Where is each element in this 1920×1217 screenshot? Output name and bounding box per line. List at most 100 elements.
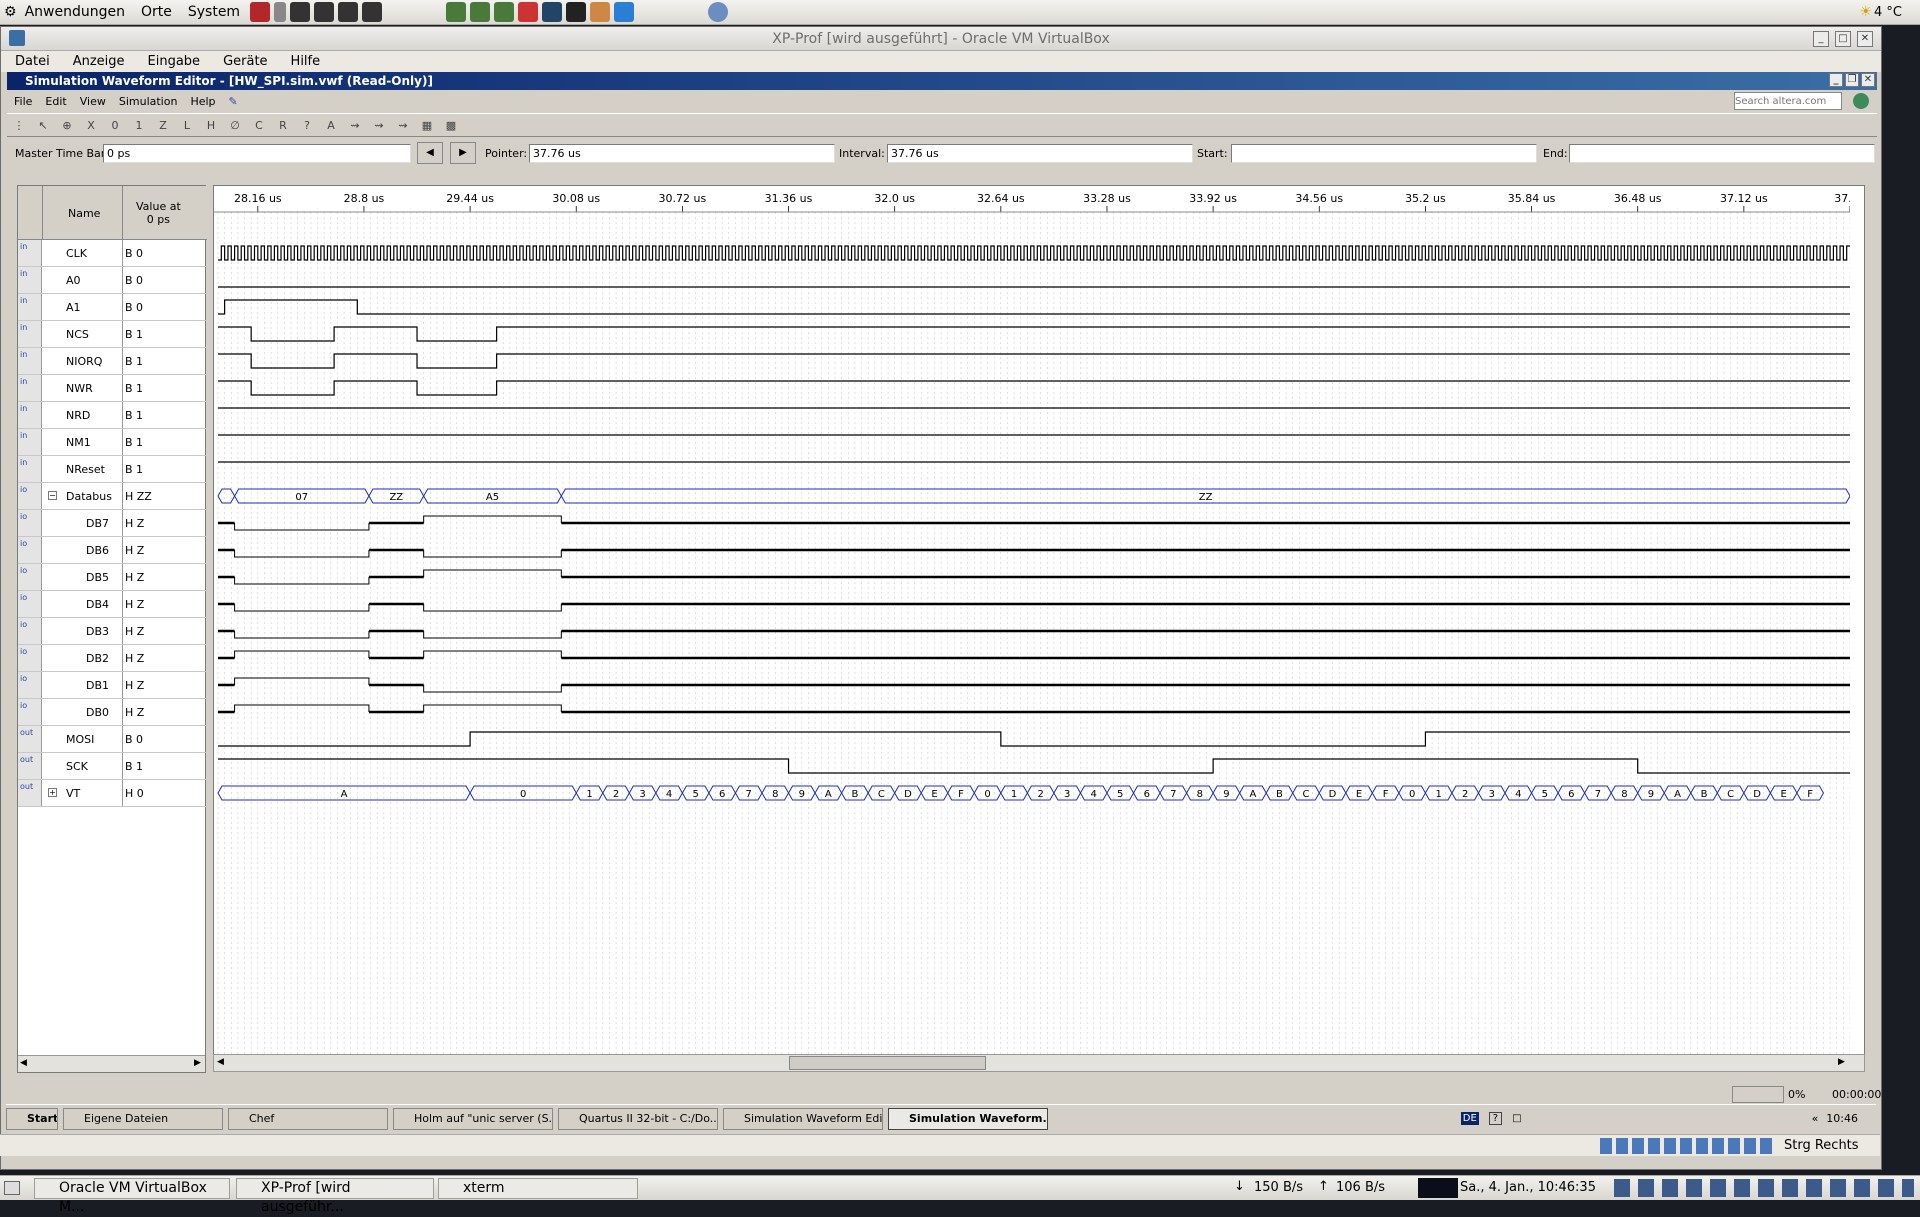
signal-row-a1[interactable]: in A1 B 0 [18,294,207,321]
collapse-icon[interactable]: − [48,491,57,500]
restore-icon[interactable]: ❐ [1845,73,1859,87]
launcher-icon[interactable] [542,2,563,22]
signal-row-nm1[interactable]: in NM1 B 1 [18,429,207,456]
scroll-right-icon[interactable]: ▶ [194,1058,201,1068]
menu-edit[interactable]: Edit [45,95,66,108]
globe-icon[interactable] [708,2,729,22]
search-go-icon[interactable] [1853,93,1869,109]
maximize-icon[interactable]: □ [1835,31,1851,47]
prev-transition-button[interactable]: ◀ [417,142,443,164]
signal-row-db4[interactable]: io DB4 H Z [18,591,207,618]
signal-row-databus[interactable]: − io Databus H ZZ [18,483,207,510]
signal-row-niorq[interactable]: in NIORQ B 1 [18,348,207,375]
signal-row-nreset[interactable]: in NReset B 1 [18,456,207,483]
grid-icon[interactable]: ▦ [418,116,436,134]
gnome-foot-icon[interactable]: ⚙ [4,4,17,20]
start-field[interactable] [1231,144,1537,163]
show-desktop-icon[interactable] [4,1181,20,1195]
waveform-canvas[interactable]: 28.16 us 28.8 us 29.44 us 30.08 us 30.72 us 3… [214,186,1850,1056]
menu-system[interactable]: System [188,4,240,20]
signal-row-db7[interactable]: io DB7 H Z [18,510,207,537]
taskbar-item-active[interactable]: Simulation Waveform... [888,1107,1048,1130]
pointer-field[interactable]: 37.76 us [529,144,835,163]
tray-icon[interactable]: □ [1512,1113,1521,1124]
signal-row-db1[interactable]: io DB1 H Z [18,672,207,699]
signal-row-db6[interactable]: io DB6 H Z [18,537,207,564]
value-z-icon[interactable]: Z [154,116,172,134]
taskbar-item[interactable]: Chef [228,1107,388,1130]
minimize-icon[interactable]: _ [1813,31,1829,47]
tray-chevron-icon[interactable]: « [1812,1112,1819,1125]
close-icon[interactable]: ✕ [1861,73,1875,87]
menu-file[interactable]: File [14,95,32,108]
taskbar-item[interactable]: Eigene Dateien [63,1107,223,1130]
vm-menu-geraete[interactable]: Geräte [223,54,267,69]
value-x-icon[interactable]: X [82,116,100,134]
interval-field[interactable]: 37.76 us [887,144,1193,163]
vm-menu-hilfe[interactable]: Hilfe [291,54,321,69]
undefined-icon[interactable]: ? [298,116,316,134]
signal-row-ncs[interactable]: in NCS B 1 [18,321,207,348]
launcher-icon[interactable] [290,2,311,22]
names-hscroll[interactable]: ◀ ▶ [18,1055,205,1072]
signal-row-sck[interactable]: out SCK B 1 [18,753,207,780]
scroll-left-icon[interactable]: ◀ [20,1058,27,1068]
help-icon[interactable]: ✎ [229,95,238,108]
datetime[interactable]: Sa., 4. Jan., 10:46:35 [1460,1180,1596,1195]
launcher-icon[interactable] [494,2,515,22]
signal-row-clk[interactable]: in CLK B 0 [18,240,207,267]
launcher-icon[interactable] [274,2,287,22]
signal-row-mosi[interactable]: out MOSI B 0 [18,726,207,753]
master-timebar-field[interactable]: 0 ps [103,144,411,163]
signal-row-a0[interactable]: in A0 B 0 [18,267,207,294]
snap3-icon[interactable]: ⇝ [394,116,412,134]
waveform-hscroll[interactable]: ◀ ▶ [213,1054,1865,1072]
minimize-icon[interactable]: _ [1829,73,1843,87]
signal-row-nrd[interactable]: in NRD B 1 [18,402,207,429]
menu-view[interactable]: View [80,95,106,108]
value-l-icon[interactable]: L [178,116,196,134]
vm-menu-datei[interactable]: Datei [15,54,50,69]
pointer-tool-icon[interactable]: ↖ [34,116,52,134]
language-indicator[interactable]: DE [1460,1112,1479,1125]
column-value[interactable]: Value at 0 ps [136,200,181,226]
invert-icon[interactable]: ∅ [226,116,244,134]
menu-anwendungen[interactable]: Anwendungen [25,4,125,20]
value-0-icon[interactable]: 0 [106,116,124,134]
menu-orte[interactable]: Orte [141,4,172,20]
taskbar-item[interactable]: xterm [438,1178,638,1199]
arbitrary-icon[interactable]: A [322,116,340,134]
launcher-icon[interactable] [518,2,539,22]
launcher-icon[interactable] [446,2,467,22]
launcher-icon[interactable] [362,2,383,22]
end-field[interactable] [1569,144,1875,163]
system-monitor-icon[interactable] [1418,1178,1458,1198]
vm-device-icons[interactable] [1600,1138,1776,1154]
launcher-icon[interactable] [250,2,271,22]
vm-menu-eingabe[interactable]: Eingabe [148,54,201,69]
snap-icon[interactable]: ⇝ [346,116,364,134]
signal-row-db2[interactable]: io DB2 H Z [18,645,207,672]
vm-menu-anzeige[interactable]: Anzeige [73,54,125,69]
waveform-panel[interactable]: 28.16 us 28.8 us 29.44 us 30.08 us 30.72 us 3… [213,185,1865,1060]
launcher-icon[interactable] [314,2,335,22]
search-input[interactable] [1734,92,1842,110]
taskbar-item[interactable]: Simulation Waveform Edi... [723,1107,883,1130]
scroll-thumb[interactable] [789,1056,986,1070]
value-h-icon[interactable]: H [202,116,220,134]
value-1-icon[interactable]: 1 [130,116,148,134]
close-icon[interactable]: ✕ [1857,31,1873,47]
signal-row-vt[interactable]: + out VT H 0 [18,780,207,807]
launcher-icon[interactable] [614,2,635,22]
column-name[interactable]: Name [68,207,100,220]
random-icon[interactable]: R [274,116,292,134]
signal-row-db5[interactable]: io DB5 H Z [18,564,207,591]
snap2-icon[interactable]: ⇝ [370,116,388,134]
launcher-icon[interactable] [590,2,611,22]
scroll-right-icon[interactable]: ▶ [1838,1057,1845,1067]
expand-icon[interactable]: + [48,788,57,797]
signal-row-db3[interactable]: io DB3 H Z [18,618,207,645]
next-transition-button[interactable]: ▶ [450,142,476,164]
taskbar-item[interactable]: XP-Prof [wird ausgeführ... [236,1178,434,1215]
count-icon[interactable]: C [250,116,268,134]
